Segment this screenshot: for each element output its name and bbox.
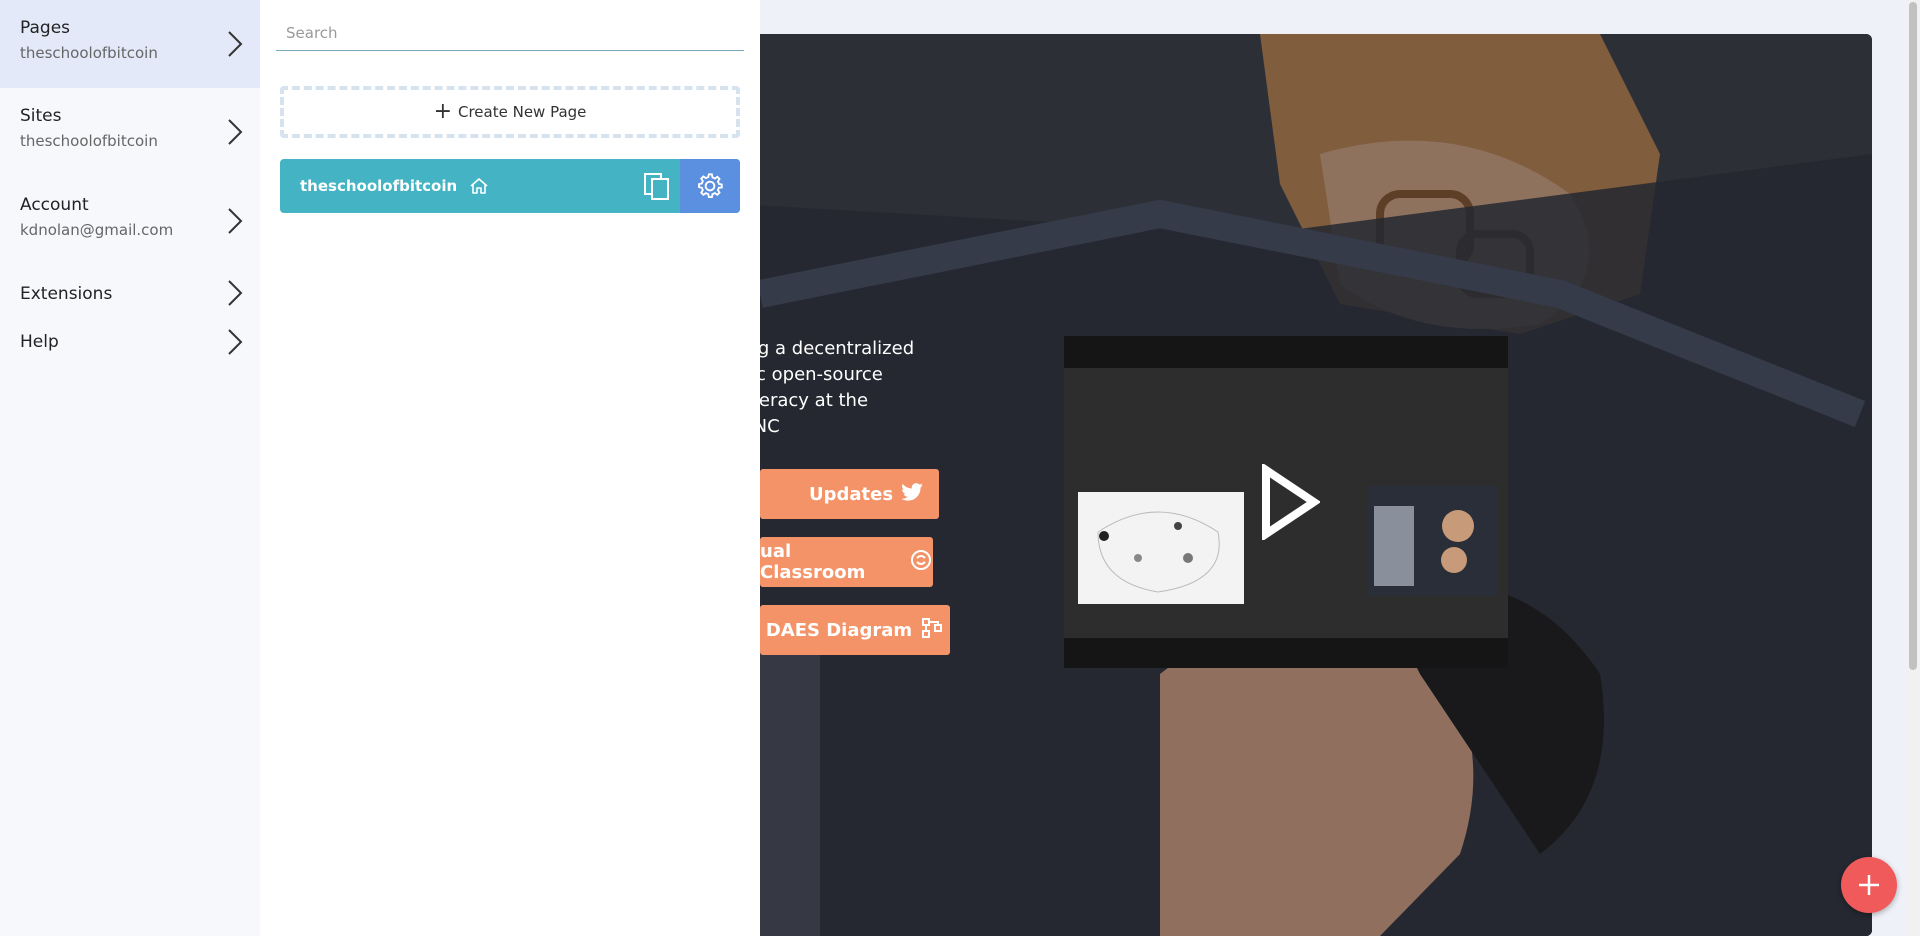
search-input[interactable] — [276, 16, 744, 51]
create-new-page-label: Create New Page — [458, 103, 587, 121]
chevron-right-icon — [224, 29, 246, 59]
virtual-classroom-button-label: ual Classroom — [760, 541, 866, 583]
plus-icon: + — [433, 99, 452, 124]
play-icon[interactable] — [1260, 462, 1322, 542]
daes-diagram-button-label: DAES Diagram — [765, 619, 913, 641]
pages-panel: + Create New Page theschoolofbitcoin — [260, 0, 760, 936]
daes-diagram-button[interactable]: DAES Diagram — [760, 605, 950, 655]
page-settings-button[interactable] — [680, 159, 740, 213]
page-list-item[interactable]: theschoolofbitcoin — [280, 159, 740, 213]
virtual-classroom-button[interactable]: ual Classroom — [760, 537, 933, 587]
page-name: theschoolofbitcoin — [300, 177, 458, 195]
duplicate-page-icon[interactable] — [642, 171, 672, 201]
video-thumbnail-illustration — [1368, 486, 1498, 596]
gear-icon — [698, 173, 723, 198]
sidebar-nav: Pages theschoolofbitcoin Sites theschool… — [0, 0, 260, 936]
sidebar-item-pages[interactable]: Pages theschoolofbitcoin — [0, 0, 260, 88]
chevron-right-icon — [224, 206, 246, 236]
page-scrollbar[interactable] — [1906, 0, 1920, 936]
chevron-right-icon — [224, 327, 246, 357]
chevron-right-icon — [224, 117, 246, 147]
sidebar-item-help[interactable]: Help — [0, 324, 260, 382]
twitter-icon — [901, 482, 923, 506]
video-thumbnail-diagram — [1078, 492, 1244, 604]
sidebar-item-sites[interactable]: Sites theschoolofbitcoin — [0, 88, 260, 177]
create-new-page-button[interactable]: + Create New Page — [280, 86, 740, 138]
updates-button-label: Updates — [808, 483, 894, 505]
brain-icon — [909, 548, 933, 577]
plus-icon — [1859, 875, 1879, 895]
scrollbar-thumb[interactable] — [1909, 2, 1917, 670]
updates-button[interactable]: Updates — [793, 469, 939, 519]
video-player[interactable] — [1064, 336, 1508, 668]
flow-diagram-icon — [920, 616, 944, 645]
sidebar-item-extensions[interactable]: Extensions — [0, 266, 260, 324]
home-icon — [469, 176, 489, 196]
sidebar-item-account[interactable]: Account kdnolan@gmail.com — [0, 177, 260, 266]
chevron-right-icon — [224, 278, 246, 308]
add-button[interactable] — [1841, 857, 1897, 913]
